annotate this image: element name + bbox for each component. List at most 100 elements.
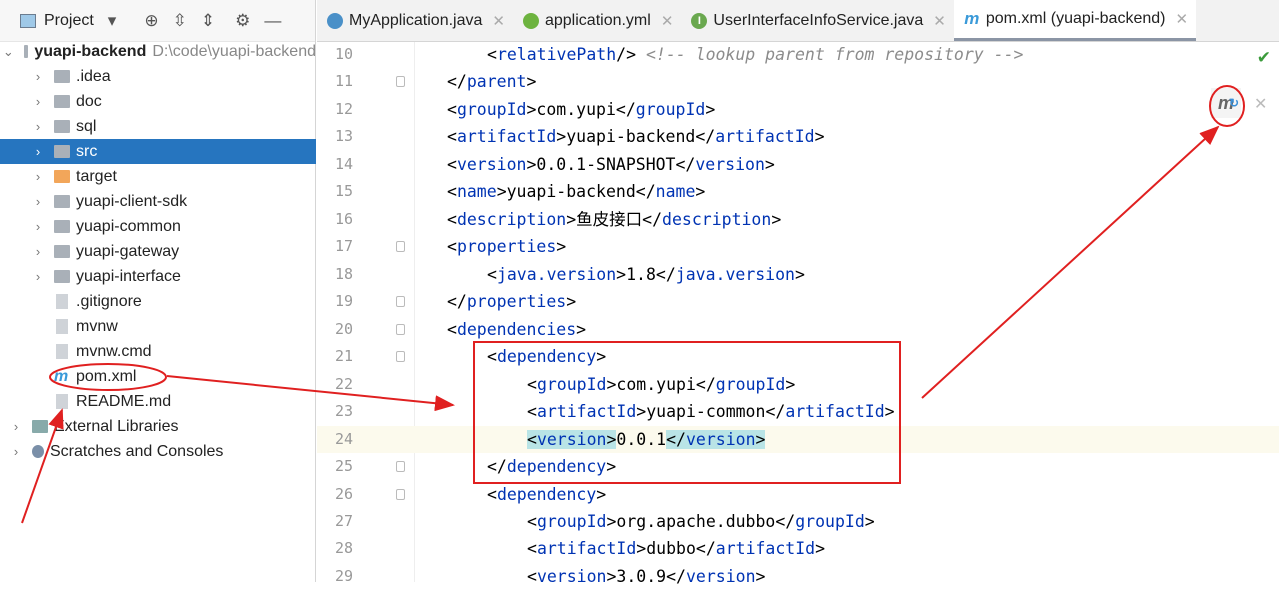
code-token: version — [685, 429, 756, 449]
code-token: < — [527, 402, 537, 422]
spring-yml-icon — [522, 12, 539, 29]
code-token: < — [447, 154, 457, 174]
line-number: 29 — [334, 566, 353, 585]
tree-item[interactable]: › doc — [0, 89, 316, 114]
maven-reload-button[interactable]: m ↻ — [1211, 88, 1241, 118]
tab[interactable]: I UserInterfaceInfoService.java ✕ — [681, 0, 953, 41]
code-token: </ — [635, 182, 656, 202]
expand-all-icon[interactable]: ⇳ — [173, 11, 187, 31]
fold-marker-icon[interactable] — [396, 488, 405, 500]
tree-item-label: mvnw — [76, 317, 118, 335]
chevron-right-icon[interactable]: › — [32, 119, 44, 134]
line-number: 27 — [334, 511, 353, 530]
project-view-selector[interactable]: Project — [44, 12, 94, 30]
fold-marker-icon[interactable] — [396, 241, 405, 253]
tab[interactable]: MyApplication.java ✕ — [317, 0, 513, 41]
tree-item-label: pom.xml — [76, 367, 137, 385]
tree-item[interactable]: › src — [0, 139, 316, 164]
line-number: 12 — [334, 99, 353, 118]
library-icon — [32, 420, 48, 433]
code-token: < — [487, 45, 497, 64]
code-token: java.version — [675, 264, 795, 284]
close-icon[interactable]: ✕ — [1175, 10, 1188, 28]
code-token: </ — [695, 539, 716, 559]
code-line: 10 <relativePath/> <!-- lookup parent fro… — [317, 41, 1279, 68]
interface-icon: I — [691, 12, 708, 29]
chevron-right-icon[interactable]: › — [32, 144, 44, 159]
code-token: relativePath — [496, 45, 617, 64]
line-number: 17 — [334, 237, 353, 256]
close-icon[interactable]: ✕ — [1254, 94, 1267, 114]
collapse-all-icon[interactable]: ⇕ — [201, 11, 215, 31]
code-token: java.version — [496, 264, 617, 284]
fold-marker-icon[interactable] — [396, 296, 405, 308]
chevron-right-icon[interactable]: › — [32, 219, 44, 234]
tree-item[interactable]: README.md — [0, 389, 316, 414]
code-token: > — [606, 429, 617, 449]
code-token: > — [755, 566, 766, 586]
gear-icon[interactable]: ⚙ — [235, 11, 250, 31]
code-token: > — [526, 99, 537, 119]
chevron-right-icon[interactable]: › — [10, 444, 22, 459]
line-number: 13 — [334, 127, 353, 146]
tree-item[interactable]: m pom.xml — [0, 364, 316, 389]
code-line: 26 <dependency> — [317, 481, 1279, 508]
fold-marker-icon[interactable] — [396, 461, 405, 473]
chevron-down-icon[interactable]: ⌄ — [3, 44, 14, 60]
code-token: < — [447, 319, 457, 339]
tree-item-label: Scratches and Consoles — [50, 442, 224, 460]
code-editor[interactable]: 10 <relativePath/> <!-- lookup parent fro… — [317, 41, 1279, 586]
code-token: artifactId — [715, 127, 815, 147]
close-icon[interactable]: ✕ — [933, 12, 946, 30]
file-icon — [56, 319, 68, 334]
tree-item[interactable]: › yuapi-gateway — [0, 239, 316, 264]
code-token: </ — [695, 374, 716, 394]
code-token: > — [556, 127, 567, 147]
tree-item[interactable]: ⌄ yuapi-backend D:\code\yuapi-backend — [0, 39, 316, 64]
code-token: > — [636, 402, 647, 422]
chevron-right-icon[interactable]: › — [32, 69, 44, 84]
chevron-right-icon[interactable]: › — [32, 94, 44, 109]
minimize-icon[interactable]: — — [264, 11, 281, 31]
code-line: 18 <java.version>1.8</java.version> — [317, 261, 1279, 288]
tree-item-label: mvnw.cmd — [76, 342, 152, 360]
code-token: </ — [666, 429, 686, 449]
chevron-right-icon[interactable]: › — [32, 269, 44, 284]
tree-item[interactable]: › External Libraries — [0, 414, 316, 439]
chevron-right-icon[interactable]: › — [32, 244, 44, 259]
tab[interactable]: m pom.xml (yuapi-backend) ✕ — [953, 0, 1197, 41]
locate-icon[interactable]: ⊕ — [144, 11, 158, 31]
tree-item[interactable]: mvnw — [0, 314, 316, 339]
fold-marker-icon[interactable] — [396, 351, 405, 363]
inspection-ok-icon[interactable]: ✔ — [1257, 48, 1271, 68]
code-token: properties — [466, 292, 567, 312]
maven-icon: m — [54, 367, 69, 385]
tree-item[interactable]: › yuapi-client-sdk — [0, 189, 316, 214]
code-token: yuapi-backend — [566, 127, 696, 147]
tree-item[interactable]: .gitignore — [0, 289, 316, 314]
close-icon[interactable]: ✕ — [492, 12, 505, 30]
tree-item[interactable]: › sql — [0, 114, 316, 139]
project-view-icon — [20, 13, 36, 28]
tree-item[interactable]: › yuapi-common — [0, 214, 316, 239]
tree-item[interactable]: › yuapi-interface — [0, 264, 316, 289]
tree-item[interactable]: mvnw.cmd — [0, 339, 316, 364]
chevron-right-icon[interactable]: › — [32, 194, 44, 209]
code-token: > — [864, 511, 875, 531]
code-line: 23 <artifactId>yuapi-common</artifactId> — [317, 398, 1279, 425]
tab[interactable]: application.yml ✕ — [513, 0, 681, 41]
chevron-down-icon[interactable]: ▾ — [108, 11, 117, 31]
code-token: > — [616, 264, 627, 284]
tree-item-label: yuapi-client-sdk — [76, 192, 188, 210]
close-icon[interactable]: ✕ — [661, 12, 674, 30]
tree-item[interactable]: › target — [0, 164, 316, 189]
code-token: > — [566, 209, 577, 229]
fold-marker-icon[interactable] — [396, 323, 405, 335]
fold-marker-icon[interactable] — [396, 76, 405, 88]
chevron-right-icon[interactable]: › — [10, 419, 22, 434]
code-token: </ — [642, 209, 663, 229]
line-number: 28 — [334, 539, 353, 558]
tree-item[interactable]: › .idea — [0, 64, 316, 89]
tree-item[interactable]: › Scratches and Consoles — [0, 439, 316, 464]
chevron-right-icon[interactable]: › — [32, 169, 44, 184]
